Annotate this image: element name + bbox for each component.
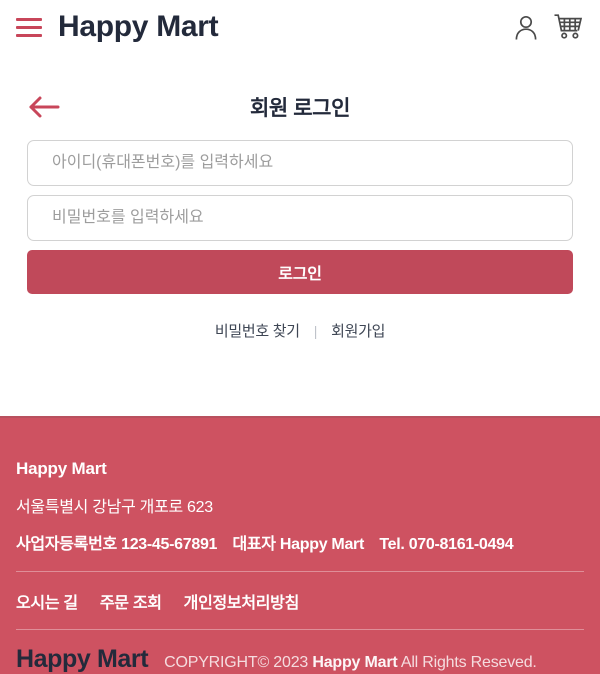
login-page: Happy Mart 회원 로그인 아이디(휴대폰번호)를 입력하세요 로그인 … [0, 0, 600, 674]
auxiliary-links: 비밀번호 찾기 | 회원가입 [27, 320, 573, 341]
brand-logo[interactable]: Happy Mart [58, 12, 219, 42]
footer-link-order-lookup[interactable]: 주문 조회 [100, 589, 162, 613]
footer-link-privacy-policy[interactable]: 개인정보처리방침 [184, 589, 300, 613]
password-input[interactable] [27, 195, 573, 241]
footer-brand: Happy Mart [16, 459, 107, 478]
user-id-input[interactable] [27, 140, 573, 186]
business-number-label: 사업자등록번호 [16, 536, 117, 553]
footer-business-info: 사업자등록번호 123-45-67891 대표자 Happy Mart Tel.… [16, 530, 584, 554]
footer-address: 서울특별시 강남구 개포로 623 [16, 499, 213, 516]
user-icon[interactable] [513, 13, 539, 41]
signup-link[interactable]: 회원가입 [331, 320, 385, 341]
title-row: 회원 로그인 [27, 76, 573, 138]
tel-label: Tel. [379, 536, 405, 553]
find-password-link[interactable]: 비밀번호 찾기 [215, 320, 300, 341]
arrow-left-icon[interactable] [27, 92, 61, 122]
site-footer: Happy Mart 서울특별시 강남구 개포로 623 사업자등록번호 123… [0, 416, 600, 674]
header-icon-group [513, 13, 583, 41]
hamburger-icon[interactable] [16, 16, 42, 38]
copyright-prefix: COPYRIGHT© 2023 [164, 654, 313, 671]
footer-bottom: Happy Mart COPYRIGHT© 2023 Happy Mart Al… [16, 629, 584, 674]
business-number-value: 123-45-67891 [121, 536, 218, 553]
copyright-suffix: All Rights Reseved. [397, 654, 537, 671]
ceo-name: Happy Mart [279, 536, 365, 553]
page-title: 회원 로그인 [249, 97, 351, 120]
copyright-brand: Happy Mart [312, 654, 398, 671]
hamburger-bar [16, 17, 42, 21]
footer-link-directions[interactable]: 오시는 길 [16, 589, 78, 613]
login-main: 회원 로그인 로그인 비밀번호 찾기 | 회원가입 [0, 54, 600, 416]
shopping-cart-icon[interactable] [553, 13, 583, 41]
footer-logo: Happy Mart [16, 645, 149, 673]
hamburger-bar [16, 25, 42, 29]
ceo-label: 대표자 [232, 536, 276, 553]
tel-number: 070-8161-0494 [408, 536, 514, 553]
login-button[interactable]: 로그인 [27, 250, 573, 294]
link-separator: | [313, 322, 318, 339]
copyright-text: COPYRIGHT© 2023 Happy Mart All Rights Re… [164, 654, 537, 672]
footer-link-list: 오시는 길 주문 조회 개인정보처리방침 [16, 571, 584, 613]
app-header: Happy Mart [0, 0, 600, 54]
hamburger-bar [16, 33, 42, 37]
